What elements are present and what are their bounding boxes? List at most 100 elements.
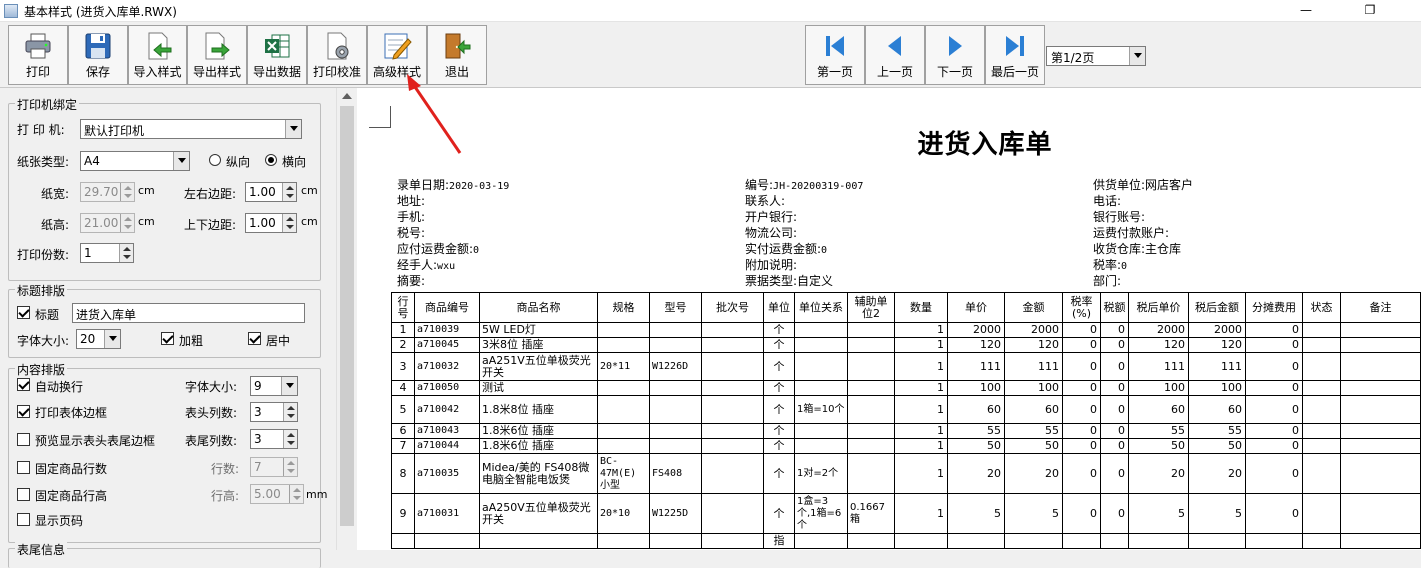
title-font-size-select[interactable]: 20 [76, 329, 121, 349]
chevron-down-icon[interactable] [104, 330, 120, 348]
table-cell: 0 [1100, 337, 1129, 353]
table-cell: 55 [1128, 423, 1189, 439]
table-cell: 120 [947, 337, 1005, 353]
print-calibrate-button[interactable]: 打印校准 [307, 25, 367, 85]
printer-label: 打 印 机: [17, 123, 65, 137]
info-field: 开户银行: [745, 208, 797, 225]
prev-page-button[interactable]: 上一页 [865, 25, 925, 85]
table-cell [597, 438, 650, 454]
chevron-down-icon[interactable] [1129, 47, 1145, 65]
export-data-button[interactable]: 导出数据 [247, 25, 307, 85]
column-header: 税后金额 [1188, 292, 1246, 323]
lr-margin-spinner[interactable] [282, 183, 296, 201]
fixed-rows-checkbox[interactable] [17, 461, 30, 474]
window-title: 基本样式 (进货入库单.RWX) [24, 5, 177, 19]
row-height-unit: mm [306, 488, 328, 501]
minimize-button[interactable]: — [1283, 0, 1329, 22]
info-key: 手机: [397, 210, 426, 224]
title-input[interactable]: 进货入库单 [72, 303, 305, 323]
scrollbar-thumb[interactable] [340, 106, 354, 526]
footer-cols-spinner[interactable] [283, 430, 297, 448]
copies-spinner[interactable] [119, 244, 133, 262]
header-cols-spinner[interactable] [283, 403, 297, 421]
tb-margin-spinner[interactable] [282, 214, 296, 232]
table-cell: a710044 [414, 438, 480, 454]
bold-checkbox[interactable] [161, 332, 174, 345]
landscape-label: 横向 [282, 155, 307, 169]
table-cell: 1对=2个 [794, 453, 848, 494]
edit-style-icon [384, 33, 412, 60]
page-select[interactable]: 第1/2页 [1046, 46, 1146, 66]
table-cell [847, 453, 895, 494]
chevron-down-icon[interactable] [281, 377, 297, 395]
advanced-style-button[interactable]: 高级样式 [367, 25, 427, 85]
header-cols-field[interactable]: 3 [250, 402, 298, 422]
info-key: 部门: [1093, 274, 1122, 288]
table-cell [1340, 533, 1421, 549]
import-style-button[interactable]: 导入样式 [128, 25, 187, 85]
info-value: 0 [821, 245, 828, 256]
table-cell: 0 [1245, 380, 1303, 396]
table-cell [649, 322, 702, 338]
restore-button[interactable]: ❐ [1347, 0, 1393, 22]
lr-margin-label: 左右边距: [184, 187, 237, 201]
table-cell: 2 [391, 337, 415, 353]
table-cell [847, 322, 895, 338]
save-label: 保存 [85, 65, 110, 79]
copies-field[interactable]: 1 [80, 243, 134, 263]
print-button[interactable]: 打印 [8, 25, 68, 85]
export-style-button[interactable]: 导出样式 [187, 25, 247, 85]
table-cell: 111 [947, 352, 1005, 381]
paper-type-select[interactable]: A4 [80, 151, 190, 171]
table-row: 5 a710042 1.8米8位 插座个 1箱=10个 1 60 60 0 0 60 60 0 [391, 395, 1421, 424]
lr-margin-field[interactable]: 1.00 [245, 182, 297, 202]
table-cell: 3 [391, 352, 415, 381]
auto-wrap-checkbox[interactable] [17, 378, 30, 391]
chevron-down-icon[interactable] [173, 152, 189, 170]
exit-button[interactable]: 退出 [427, 25, 487, 85]
table-cell: 1 [391, 322, 415, 338]
settings-panel: 打印机绑定 打 印 机: 默认打印机 纸张类型: A4 纵向 横向 纸宽: 29… [0, 88, 356, 568]
last-page-button[interactable]: 最后一页 [985, 25, 1045, 85]
first-page-label: 第一页 [816, 65, 853, 79]
table-cell [1340, 395, 1421, 424]
fixed-height-checkbox[interactable] [17, 488, 30, 501]
import-style-label: 导入样式 [133, 65, 182, 79]
portrait-radio[interactable] [209, 154, 221, 166]
table-cell [1128, 533, 1189, 549]
content-font-size-select[interactable]: 9 [250, 376, 298, 396]
info-value: wxu [437, 261, 456, 272]
info-value: JH-20200319-007 [773, 181, 864, 192]
table-row: 2 a710045 3米8位 插座个 1 120 120 0 0 120 120 0 [391, 337, 1421, 353]
table-cell: 个 [763, 352, 795, 381]
footer-cols-field[interactable]: 3 [250, 429, 298, 449]
table-cell: 20*11 [597, 352, 650, 381]
landscape-radio[interactable] [265, 154, 277, 166]
table-cell [794, 322, 848, 338]
chevron-down-icon[interactable] [285, 120, 301, 138]
content-font-size-label: 字体大小: [185, 380, 238, 394]
table-cell [847, 533, 895, 549]
title-checkbox[interactable] [17, 306, 30, 319]
page-number-checkbox[interactable] [17, 513, 30, 526]
center-checkbox[interactable] [248, 332, 261, 345]
save-button[interactable]: 保存 [68, 25, 128, 85]
paper-height-unit: cm [138, 215, 155, 228]
table-cell: 2000 [1188, 322, 1246, 338]
table-header-row: 行号 商品编号 商品名称 规格 型号 批次号 单位 单位关系 辅助单位2 数量 单价 金额 税率(%) 税… [391, 292, 1421, 323]
preview-border-checkbox[interactable] [17, 433, 30, 446]
printer-select[interactable]: 默认打印机 [80, 119, 302, 139]
table-cell [1245, 533, 1303, 549]
table-cell: 1 [894, 322, 948, 338]
table-cell: 0 [1062, 453, 1101, 494]
table-row: 1 a710039 5W LED灯个 1 2000 2000 0 0 2000 2000 0 [391, 322, 1421, 338]
print-border-checkbox[interactable] [17, 405, 30, 418]
tb-margin-field[interactable]: 1.00 [245, 213, 297, 233]
table-cell [1302, 395, 1341, 424]
panel-scrollbar[interactable] [336, 88, 356, 550]
next-page-button[interactable]: 下一页 [925, 25, 985, 85]
column-header: 批次号 [701, 292, 764, 323]
first-page-button[interactable]: 第一页 [805, 25, 865, 85]
scroll-up-icon[interactable] [342, 93, 352, 99]
info-key: 收货仓库: [1093, 242, 1146, 256]
